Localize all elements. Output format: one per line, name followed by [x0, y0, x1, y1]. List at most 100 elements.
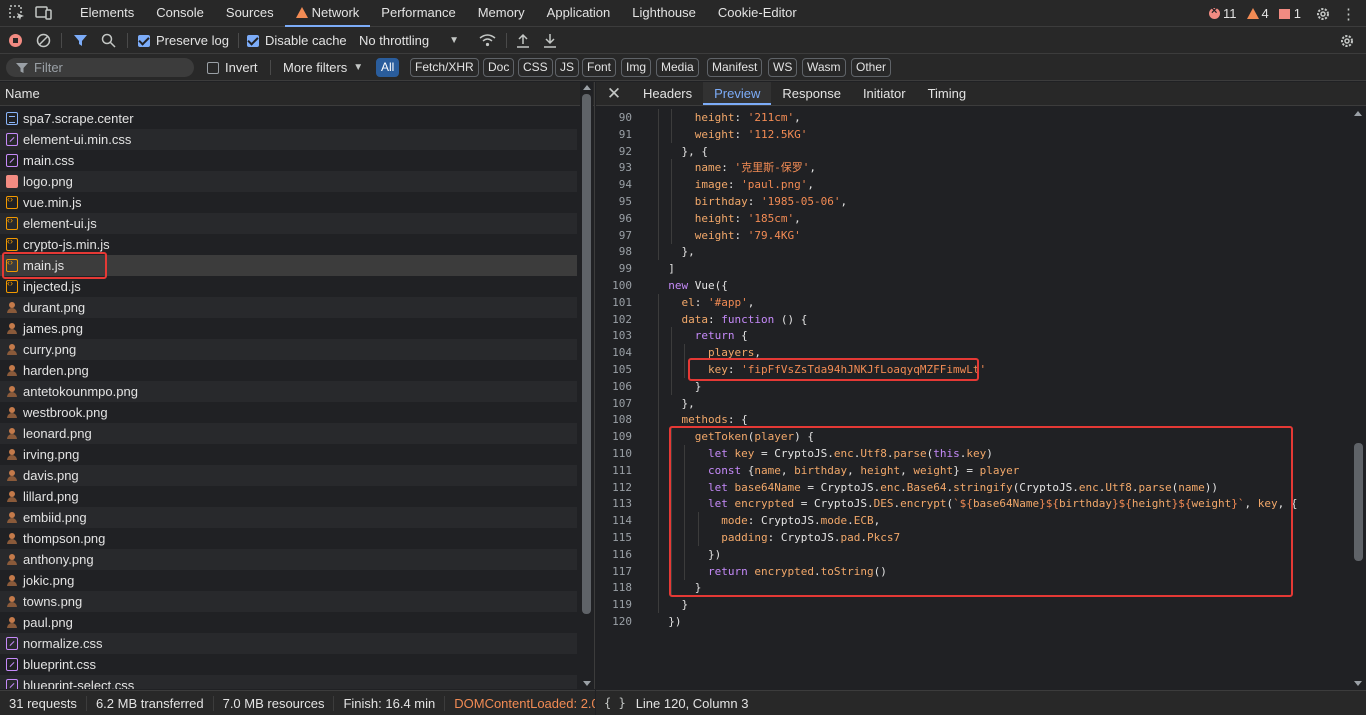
import-har-button[interactable]	[516, 27, 530, 54]
request-row[interactable]: logo.png	[0, 171, 577, 192]
search-button[interactable]	[101, 27, 116, 54]
request-row[interactable]: paul.png	[0, 612, 577, 633]
preview-scrollbar[interactable]	[1351, 108, 1366, 689]
throttling-select[interactable]: No throttling ▼	[359, 27, 459, 54]
request-row[interactable]: lillard.png	[0, 486, 577, 507]
filter-chip-wasm[interactable]: Wasm	[802, 58, 846, 77]
record-button[interactable]	[8, 27, 23, 54]
tab-label: Lighthouse	[632, 5, 696, 20]
clear-icon	[36, 33, 51, 48]
filter-chip-ws[interactable]: WS	[768, 58, 798, 77]
finish-time: Finish: 16.4 min	[334, 695, 446, 711]
clear-button[interactable]	[36, 27, 51, 54]
issues-counter[interactable]: 1	[1278, 6, 1301, 21]
column-header-name[interactable]: Name	[0, 82, 594, 106]
request-row[interactable]: westbrook.png	[0, 402, 577, 423]
scrollbar-thumb[interactable]	[1354, 443, 1363, 561]
code-text: })	[655, 547, 722, 561]
detail-tab-headers[interactable]: Headers	[632, 82, 703, 105]
request-row[interactable]: element-ui.min.css	[0, 129, 577, 150]
tab-cookie-editor[interactable]: Cookie-Editor	[707, 0, 808, 27]
filter-chip-fetch-xhr[interactable]: Fetch/XHR	[410, 58, 479, 77]
network-toolbar: Preserve log Disable cache No throttling…	[0, 27, 1366, 54]
tab-application[interactable]: Application	[536, 0, 622, 27]
tab-sources[interactable]: Sources	[215, 0, 285, 27]
filter-chip-all[interactable]: All	[376, 58, 400, 77]
request-list-scrollbar[interactable]	[580, 82, 593, 689]
filter-input[interactable]: Filter	[6, 58, 194, 77]
tab-network[interactable]: Network	[284, 0, 371, 27]
detail-tab-timing[interactable]: Timing	[917, 82, 978, 105]
request-row[interactable]: vue.min.js	[0, 192, 577, 213]
code-text: data: function () {	[681, 312, 808, 326]
detail-tab-preview[interactable]: Preview	[703, 82, 772, 105]
request-row[interactable]: blueprint.css	[0, 654, 577, 675]
scrollbar-thumb[interactable]	[582, 94, 591, 614]
tab-performance[interactable]: Performance	[370, 0, 466, 27]
filter-chip-other[interactable]: Other	[851, 58, 892, 77]
request-row[interactable]: harden.png	[0, 360, 577, 381]
request-row[interactable]: leonard.png	[0, 423, 577, 444]
request-row[interactable]: element-ui.js	[0, 213, 577, 234]
filter-chip-doc[interactable]: Doc	[483, 58, 515, 77]
request-row[interactable]: davis.png	[0, 465, 577, 486]
preserve-log-checkbox[interactable]: Preserve log	[138, 27, 229, 54]
request-row[interactable]: main.css	[0, 150, 577, 171]
code-line: 103 return {	[596, 327, 1351, 345]
more-filters-dropdown[interactable]: More filters ▼	[283, 54, 363, 81]
request-row[interactable]: towns.png	[0, 591, 577, 612]
close-detail-icon[interactable]: ✕	[596, 82, 632, 105]
avatar-file-icon	[6, 616, 18, 629]
line-number: 113	[612, 497, 632, 511]
more-options-icon[interactable]: ⋮	[1341, 5, 1356, 23]
request-row[interactable]: injected.js	[0, 276, 577, 297]
request-row[interactable]: main.js	[0, 255, 577, 276]
code-line: 96 height: '185cm',	[596, 209, 1351, 227]
request-row[interactable]: antetokounmpo.png	[0, 381, 577, 402]
code-text: return encrypted.toString()	[707, 564, 887, 578]
request-row[interactable]: anthony.png	[0, 549, 577, 570]
request-row[interactable]: embiid.png	[0, 507, 577, 528]
request-row[interactable]: curry.png	[0, 339, 577, 360]
warning-counter[interactable]: 4	[1246, 6, 1269, 21]
detail-tab-initiator[interactable]: Initiator	[852, 82, 917, 105]
request-row[interactable]: thompson.png	[0, 528, 577, 549]
settings-gear-icon[interactable]	[1315, 6, 1331, 22]
device-toolbar-icon[interactable]	[35, 4, 53, 22]
issue-counters[interactable]: 11 4 1 ⋮	[1209, 0, 1366, 27]
wifi-settings-icon	[479, 34, 496, 47]
request-row[interactable]: irving.png	[0, 444, 577, 465]
inspect-element-icon[interactable]	[8, 4, 26, 22]
tab-lighthouse[interactable]: Lighthouse	[621, 0, 707, 27]
export-har-button[interactable]	[543, 27, 557, 54]
request-name: main.js	[23, 258, 65, 273]
filter-toggle-button[interactable]	[73, 27, 88, 54]
tab-elements[interactable]: Elements	[69, 0, 145, 27]
network-conditions-button[interactable]	[479, 27, 496, 54]
code-text: methods: {	[681, 413, 748, 427]
filter-chip-manifest[interactable]: Manifest	[707, 58, 763, 77]
request-row[interactable]: jokic.png	[0, 570, 577, 591]
request-row[interactable]: blueprint-select.css	[0, 675, 577, 689]
code-text: el: '#app',	[681, 295, 755, 309]
filter-chip-css[interactable]: CSS	[518, 58, 553, 77]
tab-console[interactable]: Console	[145, 0, 215, 27]
network-settings-button[interactable]	[1339, 27, 1355, 54]
filter-chip-js[interactable]: JS	[555, 58, 580, 77]
filter-chip-media[interactable]: Media	[656, 58, 699, 77]
code-preview[interactable]: 90 height: '211cm', 91 weight: '112.5KG' 9…	[596, 108, 1351, 689]
request-row[interactable]: spa7.scrape.center	[0, 108, 577, 129]
filter-chip-img[interactable]: Img	[621, 58, 652, 77]
disable-cache-checkbox[interactable]: Disable cache	[247, 27, 347, 54]
filter-chip-font[interactable]: Font	[582, 58, 617, 77]
tab-label: Application	[546, 5, 611, 20]
tab-memory[interactable]: Memory	[467, 0, 536, 27]
detail-tab-response[interactable]: Response	[771, 82, 852, 105]
error-counter[interactable]: 11	[1209, 5, 1237, 21]
request-row[interactable]: normalize.css	[0, 633, 577, 654]
request-row[interactable]: james.png	[0, 318, 577, 339]
request-row[interactable]: crypto-js.min.js	[0, 234, 577, 255]
pretty-print-icon[interactable]: { }	[604, 696, 626, 710]
invert-checkbox[interactable]: Invert	[207, 54, 258, 81]
request-row[interactable]: durant.png	[0, 297, 577, 318]
